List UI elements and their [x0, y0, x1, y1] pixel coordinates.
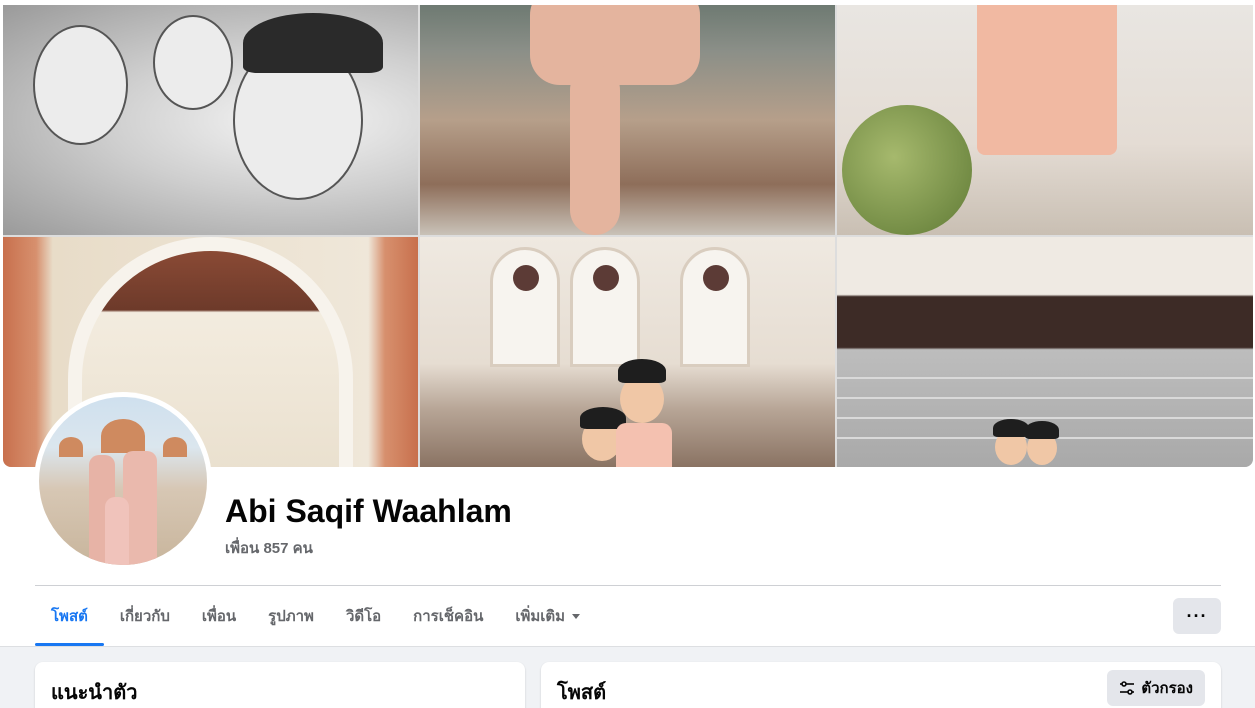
- tab-label: วิดีโอ: [345, 608, 382, 625]
- intro-card: แนะนำตัว: [35, 662, 525, 708]
- cover-tile-sketch-portrait: [3, 5, 418, 235]
- filter-sliders-icon: [1120, 681, 1135, 695]
- sketch-face-woman: [153, 15, 233, 110]
- header-divider: [35, 585, 1221, 586]
- shrub: [842, 105, 972, 235]
- sketch-cap: [243, 13, 383, 73]
- seated-person-leg: [570, 65, 620, 235]
- tab-videos[interactable]: วิดีโอ: [330, 587, 397, 645]
- children-figures: [560, 355, 680, 467]
- mosque-dome: [101, 419, 145, 453]
- cover-tile-seated-legs: [420, 5, 835, 235]
- tab-about[interactable]: เกี่ยวกับ: [104, 587, 186, 645]
- cover-tile-mosque-steps: [837, 5, 1253, 235]
- tab-label: เพื่อน: [201, 608, 237, 625]
- profile-tabs: โพสต์ เกี่ยวกับ เพื่อน รูปภาพ วิดีโอ การ…: [35, 587, 596, 646]
- tab-photos[interactable]: รูปภาพ: [252, 587, 330, 645]
- posts-card: โพสต์ ตัวกรอง: [541, 662, 1221, 708]
- friends-count[interactable]: เพื่อน 857 คน: [225, 536, 313, 560]
- cover-photo[interactable]: [3, 5, 1253, 467]
- ellipsis-icon: ···: [1186, 605, 1208, 626]
- sketch-face-child: [33, 25, 128, 145]
- profile-name: Abi Saqif Waahlam: [225, 493, 512, 529]
- tab-label: เกี่ยวกับ: [119, 608, 170, 625]
- caret-down-icon: [572, 613, 581, 619]
- tab-label: เพิ่มเติม: [515, 608, 566, 625]
- mosque-dome: [59, 437, 83, 457]
- tab-label: รูปภาพ: [268, 608, 314, 625]
- tab-more[interactable]: เพิ่มเติม: [499, 587, 596, 645]
- arched-window: [680, 247, 750, 367]
- person-pink-shirt: [977, 5, 1117, 155]
- mosque-dome: [163, 437, 187, 457]
- filter-label: ตัวกรอง: [1141, 680, 1193, 697]
- children-figures: [987, 415, 1067, 467]
- intro-card-title: แนะนำตัว: [51, 682, 138, 704]
- tab-posts[interactable]: โพสต์: [35, 587, 104, 646]
- avatar[interactable]: [39, 397, 207, 565]
- arched-window: [570, 247, 640, 367]
- cover-tile-mosque-entrance: [837, 237, 1253, 467]
- posts-card-title: โพสต์: [557, 682, 607, 704]
- seated-person-legs: [530, 5, 700, 85]
- cover-tile-children-windows: [420, 237, 835, 467]
- arched-window: [490, 247, 560, 367]
- filter-button[interactable]: ตัวกรอง: [1107, 670, 1205, 706]
- more-options-button[interactable]: ···: [1173, 598, 1221, 634]
- tab-friends[interactable]: เพื่อน: [186, 587, 252, 645]
- tab-label: โพสต์: [51, 608, 88, 625]
- tab-label: การเช็คอิน: [413, 608, 484, 625]
- tab-checkins[interactable]: การเช็คอิน: [397, 587, 499, 645]
- child-figure: [105, 497, 129, 565]
